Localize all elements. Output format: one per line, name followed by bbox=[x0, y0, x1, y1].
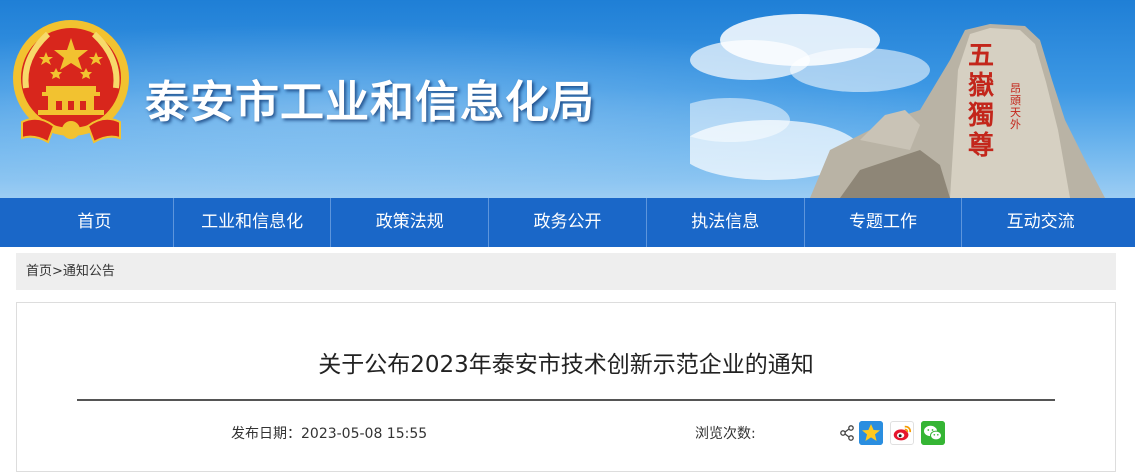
share-icon[interactable] bbox=[839, 425, 855, 441]
wechat-icon[interactable] bbox=[921, 421, 945, 445]
breadcrumb: 首页>通知公告 bbox=[16, 253, 1116, 290]
publish-date: 发布日期：2023-05-08 15:55 bbox=[231, 423, 427, 443]
qzone-icon[interactable] bbox=[859, 421, 883, 445]
nav-item-industry-informatization[interactable]: 工业和信息化 bbox=[174, 198, 332, 247]
title-divider bbox=[77, 399, 1055, 401]
site-banner: 泰安市工业和信息化局 五 嶽 獨 尊 昂 頭 天 外 bbox=[0, 0, 1135, 198]
main-nav: 首页 工业和信息化 政策法规 政务公开 执法信息 专题工作 互动交流 bbox=[16, 198, 1119, 247]
svg-text:外: 外 bbox=[1010, 118, 1021, 131]
national-emblem-icon bbox=[13, 20, 129, 144]
nav-edge-right bbox=[1119, 198, 1135, 247]
nav-item-home[interactable]: 首页 bbox=[16, 198, 174, 247]
nav-item-policies[interactable]: 政策法规 bbox=[331, 198, 490, 247]
breadcrumb-separator: > bbox=[52, 264, 63, 279]
inscription-char-3: 獨 bbox=[967, 101, 994, 131]
nav-item-gov-affairs[interactable]: 政务公开 bbox=[489, 198, 647, 247]
view-count: 浏览次数: bbox=[695, 423, 756, 443]
mount-tai-scenery: 五 嶽 獨 尊 昂 頭 天 外 bbox=[690, 14, 1105, 198]
inscription-char-2: 嶽 bbox=[968, 71, 994, 101]
site-title: 泰安市工业和信息化局 bbox=[145, 77, 595, 128]
weibo-icon[interactable] bbox=[890, 421, 914, 445]
nav-edge-left bbox=[0, 198, 16, 247]
nav-item-special-work[interactable]: 专题工作 bbox=[805, 198, 963, 247]
nav-item-enforcement[interactable]: 执法信息 bbox=[647, 198, 805, 247]
publish-date-label: 发布日期： bbox=[231, 426, 301, 442]
article-title: 关于公布2023年泰安市技术创新示范企业的通知 bbox=[318, 352, 814, 378]
publish-date-value: 2023-05-08 15:55 bbox=[301, 426, 428, 442]
inscription-char-4: 尊 bbox=[968, 130, 994, 161]
view-count-label: 浏览次数: bbox=[695, 426, 756, 442]
article-panel: 关于公布2023年泰安市技术创新示范企业的通知 发布日期：2023-05-08 … bbox=[16, 302, 1116, 472]
inscription-char-1: 五 bbox=[968, 41, 994, 71]
breadcrumb-home[interactable]: 首页 bbox=[26, 264, 52, 279]
nav-item-interaction[interactable]: 互动交流 bbox=[962, 198, 1119, 247]
breadcrumb-current[interactable]: 通知公告 bbox=[63, 264, 115, 279]
